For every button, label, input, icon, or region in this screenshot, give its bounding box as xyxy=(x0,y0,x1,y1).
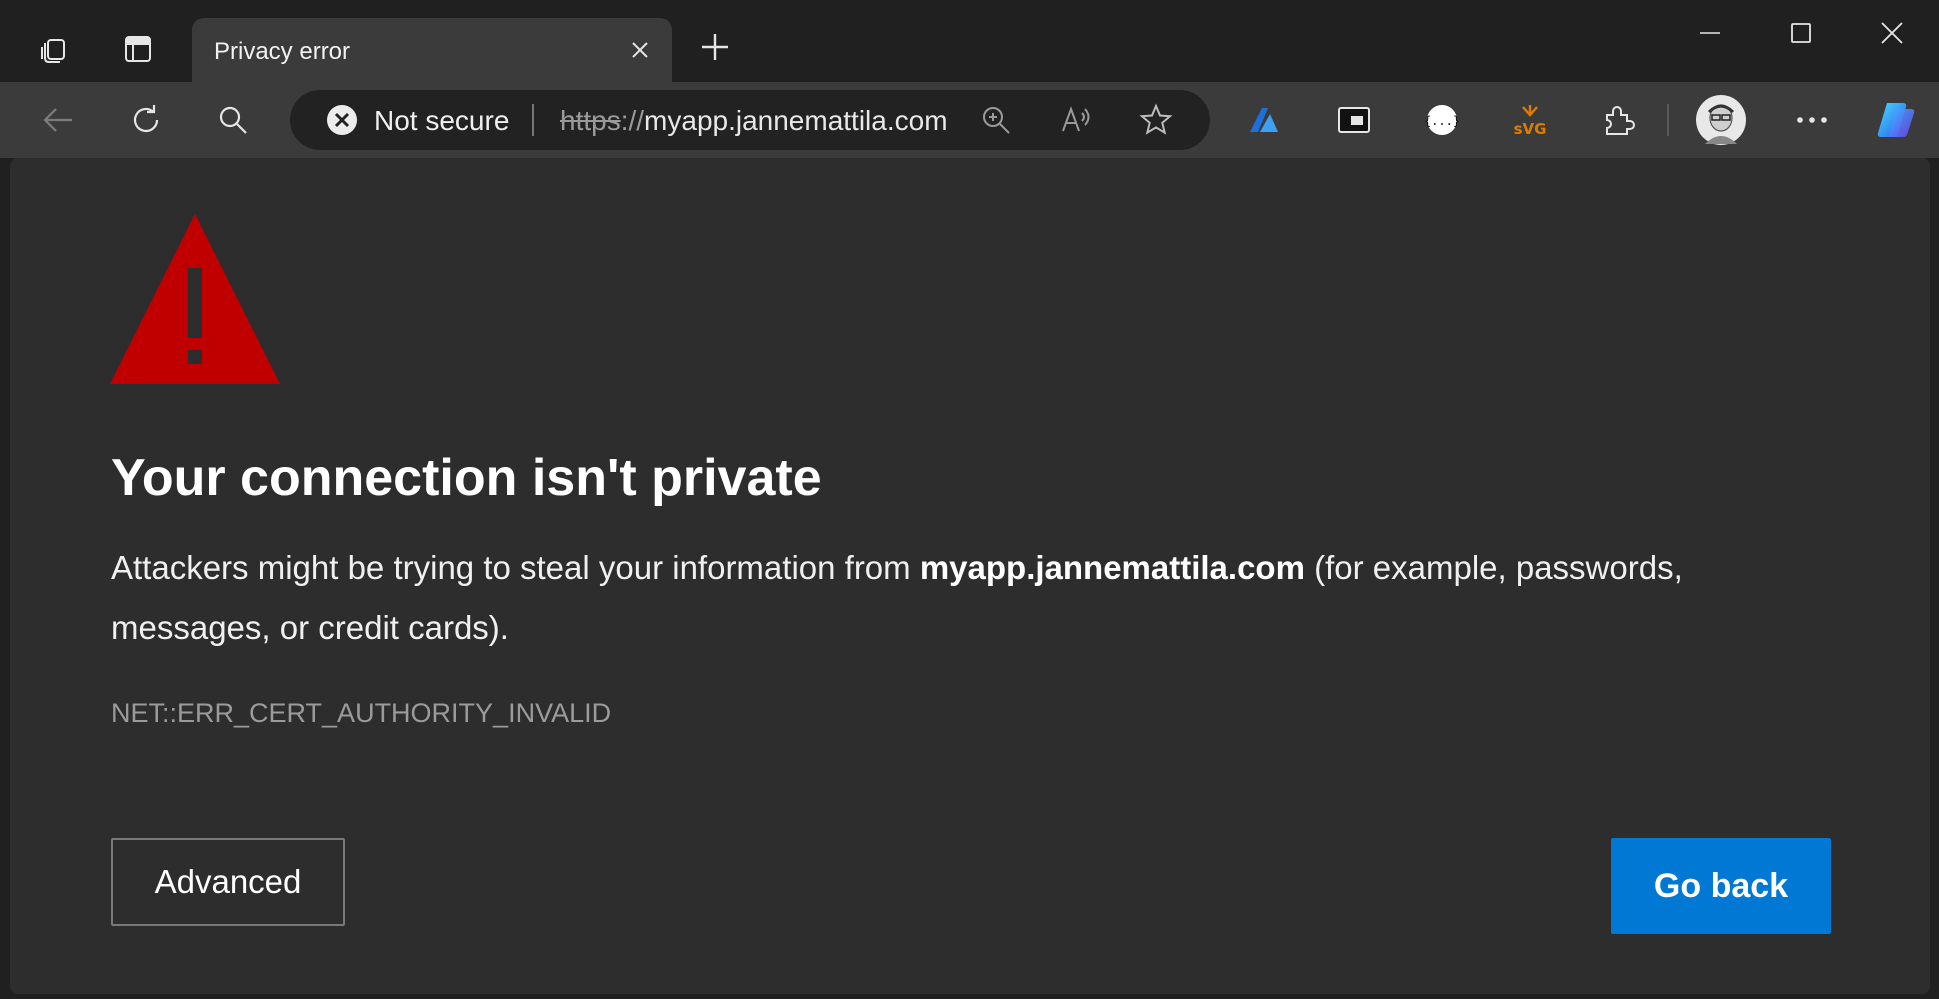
back-button[interactable] xyxy=(32,94,84,146)
copilot-button[interactable] xyxy=(1870,94,1922,146)
advanced-button[interactable]: Advanced xyxy=(111,838,345,926)
not-secure-icon[interactable] xyxy=(326,104,358,136)
error-code[interactable]: NET::ERR_CERT_AUTHORITY_INVALID xyxy=(111,698,611,729)
svg-extension-icon: sVG xyxy=(1514,105,1547,138)
maximize-icon xyxy=(1791,23,1811,43)
close-tab-icon xyxy=(632,42,648,58)
picture-in-picture-icon xyxy=(1338,107,1370,133)
favorite-star-icon xyxy=(1139,103,1173,135)
svg-extension-button[interactable]: sVG xyxy=(1504,94,1556,146)
page-heading: Your connection isn't private xyxy=(111,449,822,507)
url-separator: :// xyxy=(620,105,645,136)
close-tab-button[interactable] xyxy=(626,36,654,64)
refresh-icon xyxy=(133,105,159,133)
vertical-tabs-icon xyxy=(125,36,151,62)
zoom-icon xyxy=(983,107,1010,134)
address-bar[interactable]: Not secure https://myapp.jannemattila.co… xyxy=(290,90,1210,150)
search-icon xyxy=(219,106,247,134)
zoom-button[interactable] xyxy=(978,102,1014,138)
vertical-tabs-button[interactable] xyxy=(108,19,168,79)
warning-triangle-icon xyxy=(110,214,280,384)
error-description: Attackers might be trying to steal your … xyxy=(111,538,1831,658)
close-window-button[interactable] xyxy=(1852,8,1932,58)
extensions-puzzle-icon xyxy=(1606,106,1635,135)
security-label[interactable]: Not secure xyxy=(374,105,509,137)
copilot-icon xyxy=(1877,103,1915,137)
json-extension-button[interactable]: {...} xyxy=(1416,94,1468,146)
url-host: myapp.jannemattila.com xyxy=(644,105,948,136)
go-back-button[interactable]: Go back xyxy=(1611,838,1831,934)
svg-text:sVG: sVG xyxy=(1514,120,1547,138)
azure-extension-button[interactable] xyxy=(1238,94,1290,146)
azure-extension-icon xyxy=(1250,108,1278,132)
profile-button[interactable] xyxy=(1693,92,1749,148)
read-aloud-button[interactable] xyxy=(1058,102,1094,138)
extensions-button[interactable] xyxy=(1592,94,1644,146)
url-scheme: https xyxy=(560,105,621,136)
description-prefix: Attackers might be trying to steal your … xyxy=(111,549,920,586)
picture-in-picture-button[interactable] xyxy=(1328,94,1380,146)
more-menu-button[interactable] xyxy=(1786,94,1838,146)
error-page: Your connection isn't private Attackers … xyxy=(10,158,1930,994)
search-button[interactable] xyxy=(207,94,259,146)
new-tab-button[interactable] xyxy=(690,22,740,72)
minimize-button[interactable] xyxy=(1670,8,1750,58)
navigation-toolbar: Not secure https://myapp.jannemattila.co… xyxy=(0,82,1939,158)
browser-window: Privacy error Not secure https://myapp.j… xyxy=(0,0,1939,999)
favorite-button[interactable] xyxy=(1138,102,1174,138)
workspaces-button[interactable] xyxy=(24,19,84,79)
address-divider xyxy=(532,104,534,136)
svg-text:{...}: {...} xyxy=(1425,114,1459,128)
workspaces-icon xyxy=(41,39,65,63)
description-host: myapp.jannemattila.com xyxy=(919,549,1305,586)
title-bar: Privacy error xyxy=(0,0,1939,82)
more-menu-icon xyxy=(1797,117,1827,123)
active-tab[interactable]: Privacy error xyxy=(192,18,672,82)
toolbar-divider xyxy=(1667,104,1669,136)
json-extension-icon: {...} xyxy=(1425,105,1459,135)
tab-title: Privacy error xyxy=(214,38,351,65)
maximize-button[interactable] xyxy=(1761,8,1841,58)
url-text[interactable]: https://myapp.jannemattila.com xyxy=(560,105,948,137)
minimize-icon xyxy=(1700,32,1720,34)
read-aloud-icon xyxy=(1062,106,1090,132)
refresh-button[interactable] xyxy=(120,94,172,146)
new-tab-icon xyxy=(702,34,728,60)
close-window-icon xyxy=(1881,22,1903,44)
profile-avatar xyxy=(1696,95,1746,145)
back-icon xyxy=(43,108,72,132)
